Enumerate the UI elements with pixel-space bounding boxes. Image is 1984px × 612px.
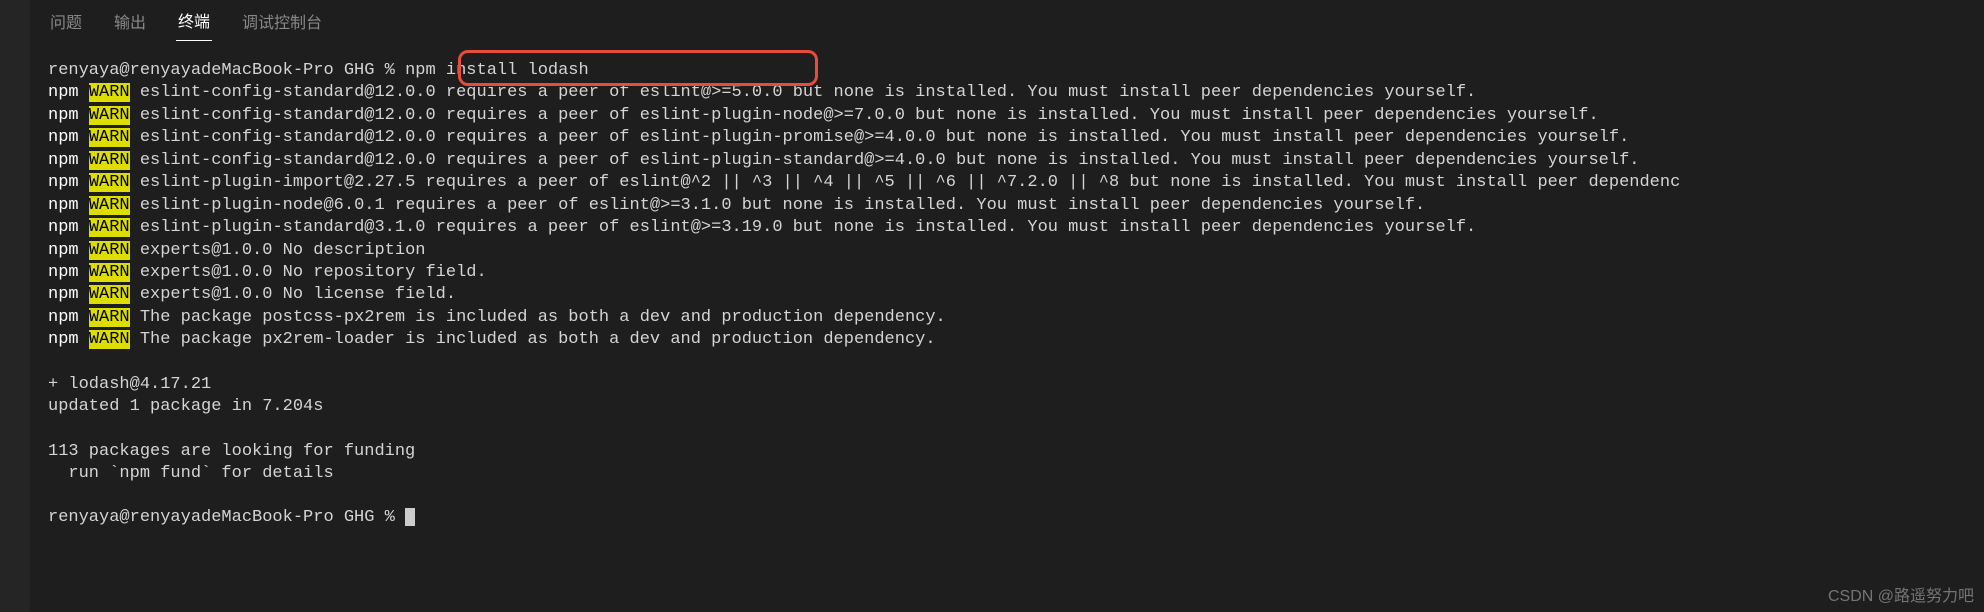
warn-line: npm WARN eslint-config-standard@12.0.0 r…: [48, 127, 1966, 149]
result-updated: updated 1 package in 7.204s: [48, 396, 1966, 418]
warn-badge: WARN: [89, 83, 130, 102]
warn-line: npm WARN The package postcss-px2rem is i…: [48, 307, 1966, 329]
warn-message: eslint-plugin-import@2.27.5 requires a p…: [140, 173, 1680, 192]
prompt-symbol: %: [385, 508, 395, 527]
warn-line: npm WARN eslint-config-standard@12.0.0 r…: [48, 150, 1966, 172]
tab-output[interactable]: 输出: [112, 1, 148, 41]
watermark-text: CSDN @路遥努力吧: [1828, 582, 1974, 606]
tab-problems[interactable]: 问题: [48, 1, 84, 41]
warn-line: npm WARN eslint-plugin-import@2.27.5 req…: [48, 172, 1966, 194]
prompt-userhost: renyaya@renyayadeMacBook-Pro: [48, 61, 334, 80]
npm-label: npm: [48, 83, 79, 102]
prompt-userhost: renyaya@renyayadeMacBook-Pro: [48, 508, 334, 527]
warn-message: eslint-config-standard@12.0.0 requires a…: [140, 151, 1640, 170]
warn-message: eslint-config-standard@12.0.0 requires a…: [140, 106, 1599, 125]
warn-badge: WARN: [89, 151, 130, 170]
warn-line: npm WARN experts@1.0.0 No repository fie…: [48, 262, 1966, 284]
terminal-output[interactable]: renyaya@renyayadeMacBook-Pro GHG % npm i…: [30, 42, 1984, 530]
tab-terminal[interactable]: 终端: [176, 0, 212, 41]
blank-line: [48, 419, 1966, 441]
warn-line: npm WARN eslint-config-standard@12.0.0 r…: [48, 82, 1966, 104]
npm-label: npm: [48, 173, 79, 192]
prompt-dir: GHG: [344, 508, 375, 527]
warn-badge: WARN: [89, 173, 130, 192]
npm-label: npm: [48, 128, 79, 147]
result-funding1: 113 packages are looking for funding: [48, 441, 1966, 463]
npm-label: npm: [48, 151, 79, 170]
tab-debug-console[interactable]: 调试控制台: [240, 1, 324, 41]
warn-badge: WARN: [89, 263, 130, 282]
warn-line: npm WARN experts@1.0.0 No license field.: [48, 284, 1966, 306]
warn-message: eslint-plugin-node@6.0.1 requires a peer…: [140, 196, 1425, 215]
warn-badge: WARN: [89, 196, 130, 215]
warn-message: eslint-plugin-standard@3.1.0 requires a …: [140, 218, 1476, 237]
warn-line: npm WARN eslint-plugin-node@6.0.1 requir…: [48, 195, 1966, 217]
npm-label: npm: [48, 196, 79, 215]
npm-label: npm: [48, 218, 79, 237]
npm-label: npm: [48, 330, 79, 349]
warn-message: experts@1.0.0 No repository field.: [140, 263, 487, 282]
cursor-icon: [405, 508, 415, 526]
warn-message: The package postcss-px2rem is included a…: [140, 308, 946, 327]
warn-message: The package px2rem-loader is included as…: [140, 330, 936, 349]
warn-badge: WARN: [89, 128, 130, 147]
blank-line: [48, 352, 1966, 374]
warn-badge: WARN: [89, 285, 130, 304]
warn-line: npm WARN experts@1.0.0 No description: [48, 240, 1966, 262]
warn-message: eslint-config-standard@12.0.0 requires a…: [140, 83, 1476, 102]
warn-line: npm WARN eslint-plugin-standard@3.1.0 re…: [48, 217, 1966, 239]
warn-line: npm WARN The package px2rem-loader is in…: [48, 329, 1966, 351]
warn-badge: WARN: [89, 106, 130, 125]
npm-label: npm: [48, 285, 79, 304]
warn-badge: WARN: [89, 308, 130, 327]
warn-line: npm WARN eslint-config-standard@12.0.0 r…: [48, 105, 1966, 127]
warn-message: eslint-config-standard@12.0.0 requires a…: [140, 128, 1629, 147]
warn-badge: WARN: [89, 241, 130, 260]
warn-message: experts@1.0.0 No description: [140, 241, 426, 260]
prompt-symbol: %: [385, 61, 395, 80]
warn-badge: WARN: [89, 218, 130, 237]
npm-label: npm: [48, 106, 79, 125]
result-funding2: run `npm fund` for details: [48, 463, 1966, 485]
panel-tab-bar: 问题 输出 终端 调试控制台: [30, 0, 1984, 42]
npm-label: npm: [48, 308, 79, 327]
result-installed: + lodash@4.17.21: [48, 374, 1966, 396]
npm-label: npm: [48, 241, 79, 260]
warn-message: experts@1.0.0 No license field.: [140, 285, 456, 304]
blank-line: [48, 485, 1966, 507]
prompt-dir: GHG: [344, 61, 375, 80]
prompt-line-2: renyaya@renyayadeMacBook-Pro GHG %: [48, 507, 1966, 529]
prompt-line: renyaya@renyayadeMacBook-Pro GHG % npm i…: [48, 60, 1966, 82]
prompt-command: npm install lodash: [405, 61, 589, 80]
npm-label: npm: [48, 263, 79, 282]
warn-badge: WARN: [89, 330, 130, 349]
panel-area: 问题 输出 终端 调试控制台 renyaya@renyayadeMacBook-…: [30, 0, 1984, 612]
activity-bar: [0, 0, 30, 612]
